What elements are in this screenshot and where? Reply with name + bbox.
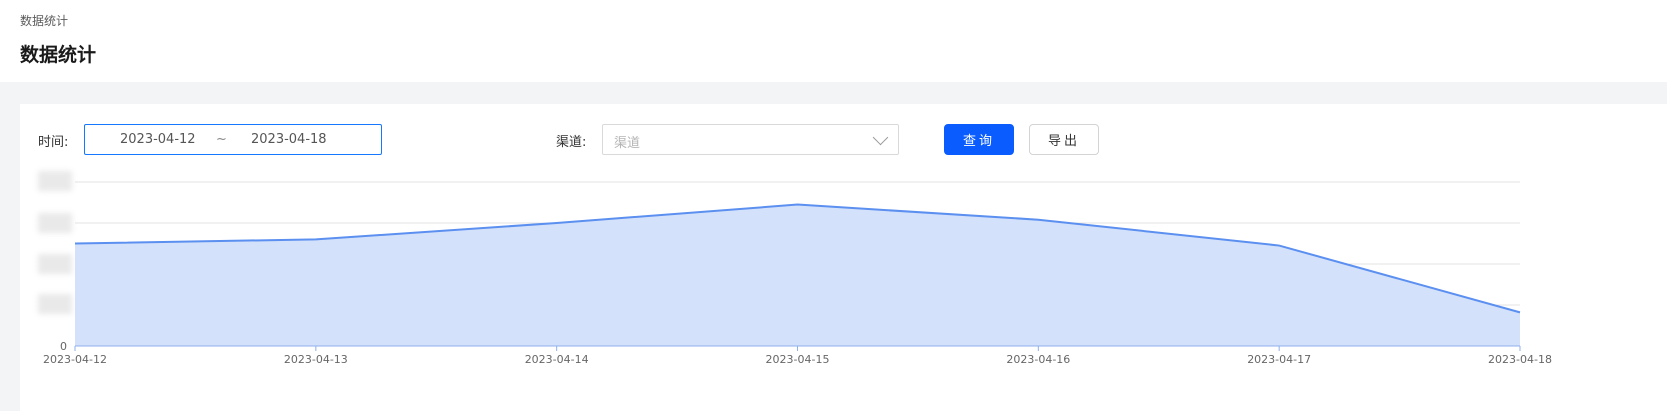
time-label: 时间: (38, 135, 69, 150)
breadcrumb[interactable]: 数据统计 (20, 12, 68, 29)
x-tick-label: 2023-04-14 (525, 353, 589, 366)
channel-placeholder: 渠道 (614, 136, 641, 151)
export-button[interactable]: 导出 (1029, 124, 1099, 155)
chart-area-fill (75, 204, 1520, 346)
x-tick-label: 2023-04-18 (1488, 353, 1552, 366)
y-tick-label: 0 (60, 340, 67, 353)
line-chart: 2023-04-12 2023-04-13 2023-04-14 2023-04-15… (43, 181, 1552, 366)
page-header: 数据统计 数据统计 (0, 0, 1667, 82)
channel-label: 渠道: (556, 135, 587, 150)
x-tick-label: 2023-04-16 (1006, 353, 1070, 366)
query-button[interactable]: 查询 (944, 124, 1014, 155)
x-tick-label: 2023-04-12 (43, 353, 107, 366)
date-range-picker[interactable]: 2023-04-12 ~ 2023-04-18 (84, 124, 382, 155)
x-tick-label: 2023-04-15 (766, 353, 830, 366)
channel-select[interactable]: 渠道 (602, 124, 899, 155)
x-tick-label: 2023-04-17 (1247, 353, 1311, 366)
x-tick-label: 2023-04-13 (284, 353, 348, 366)
chevron-down-icon (872, 129, 889, 146)
page-title: 数据统计 (20, 44, 97, 66)
date-start-input[interactable]: 2023-04-12 (120, 132, 196, 147)
x-axis-ticks: 2023-04-12 2023-04-13 2023-04-14 2023-04-15… (43, 346, 1552, 366)
date-end-input[interactable]: 2023-04-18 (251, 132, 327, 147)
date-separator: ~ (216, 132, 227, 147)
y-axis-ticks: 0 (60, 340, 67, 353)
